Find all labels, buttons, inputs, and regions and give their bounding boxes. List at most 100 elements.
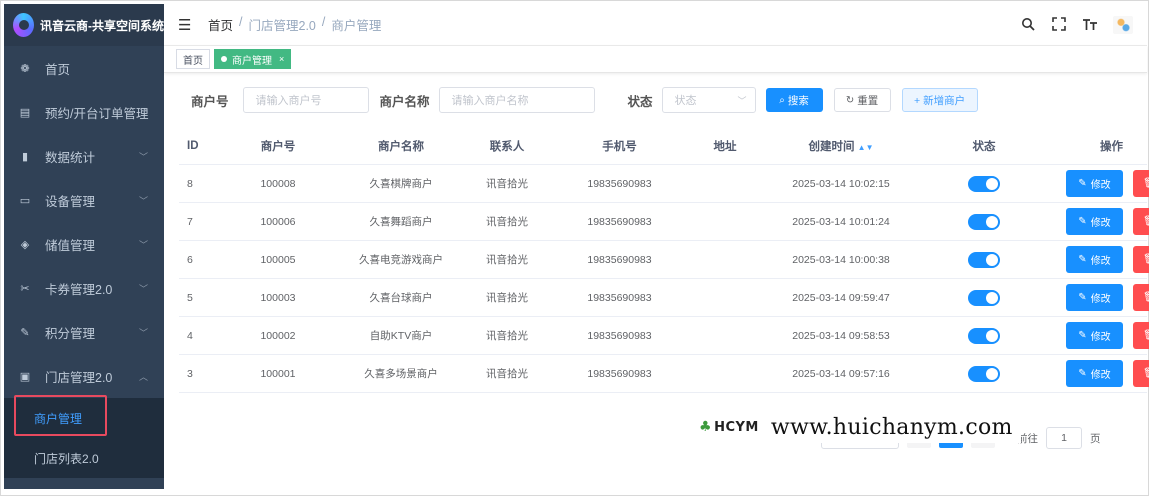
delete-button[interactable]: 🗑删除 <box>1133 284 1149 311</box>
cell-phone: 19835690983 <box>587 177 652 190</box>
sidebar-item-points[interactable]: ✎ 积分管理 ﹀ <box>4 310 164 354</box>
status-toggle[interactable] <box>968 289 1000 306</box>
cell-id: 5 <box>187 291 193 304</box>
sidebar-subitem-store-list[interactable]: 门店列表2.0 <box>4 438 164 478</box>
sidebar-item-stored-value[interactable]: ◈ 储值管理 ﹀ <box>4 222 164 266</box>
table-row: 6 100005 久喜电竞游戏商户 讯音拾光 19835690983 2025-03-14… <box>179 241 1149 279</box>
cell-phone: 19835690983 <box>587 367 652 380</box>
app-frame: 讯音云商-共享空间系统 ❁ 首页 ▤ 预约/开台订单管理 ﹀ ▮ 数据统计 ﹀ … <box>0 0 1149 496</box>
eye-icon: ◈ <box>20 238 30 251</box>
sidebar-item-coupons[interactable]: ✂ 卡券管理2.0 ﹀ <box>4 266 164 310</box>
app-logo-icon <box>13 13 34 37</box>
delete-button[interactable]: 🗑删除 <box>1133 246 1149 273</box>
cell-id: 4 <box>187 329 193 342</box>
search-icon[interactable] <box>1020 17 1036 33</box>
cell-phone: 19835690983 <box>587 253 652 266</box>
goto-page-input[interactable]: 1 <box>1046 427 1082 449</box>
status-select[interactable]: 状态 ﹀ <box>661 87 756 113</box>
edit-button[interactable]: ✎ 修改 <box>1066 208 1123 235</box>
table-row: 5 100003 久喜台球商户 讯音拾光 19835690983 2025-03-14 0… <box>179 279 1149 317</box>
merchant-name-input[interactable]: 请输入商户名称 <box>438 87 595 113</box>
status-toggle[interactable] <box>968 251 1000 268</box>
edit-button[interactable]: ✎ 修改 <box>1066 322 1123 349</box>
refresh-icon: ↻ <box>845 94 855 106</box>
document-icon: ▤ <box>19 106 31 119</box>
trash-icon: 🗑 <box>1143 178 1149 189</box>
cell-actions: ✎修改 🗑删除 <box>1046 360 1149 387</box>
status-toggle[interactable] <box>968 365 1000 382</box>
cell-merchant-name: 久喜台球商户 <box>369 292 433 304</box>
sidebar-item-label: 卡券管理2.0 <box>45 282 113 297</box>
sidebar-item-stores[interactable]: ▣ 门店管理2.0 ︿ <box>4 354 164 398</box>
delete-button[interactable]: 🗑删除 <box>1133 170 1149 197</box>
add-merchant-button[interactable]: + 新增商户 <box>901 88 978 112</box>
cell-actions: ✎修改 🗑删除 <box>1046 322 1149 349</box>
edit-button[interactable]: ✎ 修改 <box>1066 284 1123 311</box>
tag-home[interactable]: 首页 <box>176 49 210 69</box>
trash-icon: 🗑 <box>1143 368 1149 379</box>
ticket-icon: ✂ <box>20 282 30 295</box>
trash-icon: 🗑 <box>1143 330 1149 341</box>
menu-toggle-icon[interactable]: ☰ <box>178 16 192 34</box>
edit-button[interactable]: ✎ 修改 <box>1066 360 1123 387</box>
header-actions: 操作 <box>1100 140 1123 153</box>
header-id: ID <box>187 139 199 152</box>
chevron-down-icon: ﹀ <box>138 283 148 294</box>
close-icon[interactable]: × <box>279 54 284 64</box>
status-label: 状态 <box>627 94 653 109</box>
header-created-time[interactable]: 创建时间 ▲▼ <box>760 138 922 154</box>
search-button-label: 搜索 <box>787 94 809 107</box>
cell-created-time: 2025-03-14 09:57:16 <box>792 367 890 380</box>
breadcrumb-separator: / <box>239 15 243 29</box>
edit-button-label: 修改 <box>1090 294 1111 305</box>
search-button[interactable]: ⌕ 搜索 <box>765 88 823 112</box>
sort-icon[interactable]: ▲▼ <box>858 143 874 152</box>
sprout-icon: ♣ <box>699 419 713 435</box>
cell-status <box>922 213 1046 230</box>
status-toggle[interactable] <box>968 327 1000 344</box>
sidebar-item-devices[interactable]: ▭ 设备管理 ﹀ <box>4 178 164 222</box>
sidebar-item-orders[interactable]: ▤ 预约/开台订单管理 ﹀ <box>4 90 164 134</box>
delete-button[interactable]: 🗑删除 <box>1133 360 1149 387</box>
sidebar-item-label: 设备管理 <box>45 194 96 209</box>
edit-button[interactable]: ✎ 修改 <box>1066 246 1123 273</box>
cell-status <box>922 289 1046 306</box>
chart-icon: ▮ <box>21 150 29 163</box>
table-row: 4 100002 自助KTV商户 讯音拾光 19835690983 2025-03-14 … <box>179 317 1149 355</box>
delete-button[interactable]: 🗑删除 <box>1133 322 1149 349</box>
tag-label: 商户管理 <box>232 55 272 67</box>
cell-created-time: 2025-03-14 09:58:53 <box>792 329 890 342</box>
cell-phone: 19835690983 <box>587 291 652 304</box>
cell-actions: ✎修改 🗑删除 <box>1046 246 1149 273</box>
cell-phone: 19835690983 <box>587 329 652 342</box>
edit-button[interactable]: ✎ 修改 <box>1066 170 1123 197</box>
chevron-up-icon: ︿ <box>138 371 148 382</box>
reset-button[interactable]: ↻ 重置 <box>833 88 891 112</box>
trash-icon: 🗑 <box>1143 216 1149 227</box>
header-icons <box>1020 16 1133 34</box>
status-toggle[interactable] <box>968 213 1000 230</box>
fullscreen-icon[interactable] <box>1051 17 1067 33</box>
chevron-down-icon: ﹀ <box>138 327 148 338</box>
cell-id: 6 <box>187 253 193 266</box>
cell-contact: 讯音拾光 <box>486 330 528 342</box>
user-avatar[interactable] <box>1113 16 1133 34</box>
chevron-down-icon: ﹀ <box>138 195 148 206</box>
font-size-icon[interactable] <box>1082 17 1098 33</box>
logo-row: 讯音云商-共享空间系统 <box>4 4 164 46</box>
delete-button[interactable]: 🗑删除 <box>1133 208 1149 235</box>
status-toggle[interactable] <box>968 175 1000 192</box>
highlight-box <box>14 395 107 436</box>
breadcrumb-stores[interactable]: 门店管理2.0 <box>249 15 316 34</box>
sidebar-item-home[interactable]: ❁ 首页 <box>4 46 164 90</box>
chevron-down-icon: ﹀ <box>138 239 148 250</box>
trash-icon: 🗑 <box>1143 254 1149 265</box>
breadcrumb-home[interactable]: 首页 <box>208 15 233 34</box>
search-form: 商户号 请输入商户号 商户名称 请输入商户名称 状态 状态 ﹀ ⌕ 搜索 ↻ 重… <box>191 87 978 113</box>
edit-button-label: 修改 <box>1090 218 1111 229</box>
table-body: 8 100008 久喜棋牌商户 讯音拾光 19835690983 2025-03-14 1… <box>179 165 1149 393</box>
merchant-no-input[interactable]: 请输入商户号 <box>242 87 369 113</box>
merchant-table: ID 商户号 商户名称 联系人 手机号 地址 创建时间 ▲▼ 状态 操作 8 10… <box>179 127 1149 393</box>
tag-merchants[interactable]: 商户管理 × <box>214 49 292 69</box>
sidebar-item-stats[interactable]: ▮ 数据统计 ﹀ <box>4 134 164 178</box>
